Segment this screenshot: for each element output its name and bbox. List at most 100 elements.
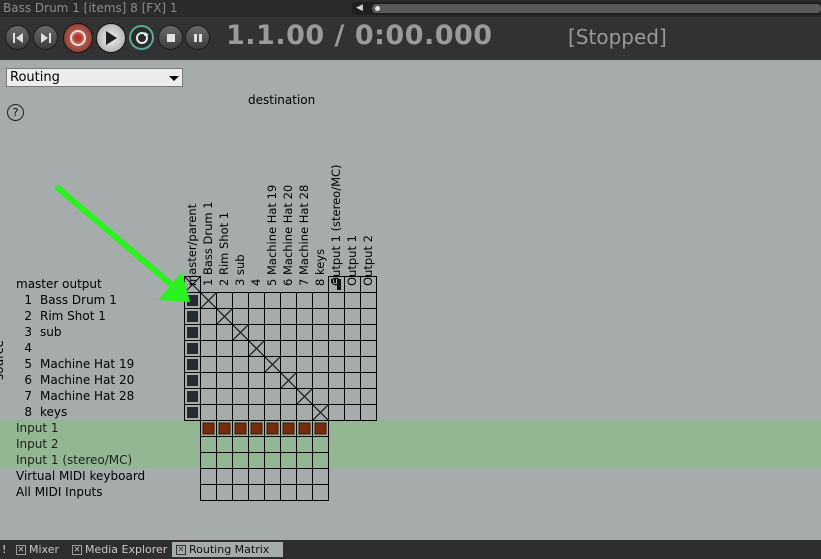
matrix-cell[interactable] [248,468,265,485]
matrix-cell[interactable] [360,324,377,341]
matrix-cell[interactable] [312,436,329,453]
matrix-cell[interactable] [232,404,249,421]
matrix-cell[interactable] [328,340,345,357]
matrix-cell[interactable] [216,372,233,389]
matrix-cell[interactable] [360,372,377,389]
matrix-cell[interactable] [248,356,265,373]
matrix-cell[interactable] [248,388,265,405]
close-icon[interactable]: ✕ [176,545,186,555]
matrix-cell[interactable] [312,356,329,373]
matrix-cell[interactable] [200,484,217,501]
matrix-cell[interactable] [296,436,313,453]
matrix-cell[interactable] [280,340,297,357]
matrix-cell[interactable] [280,404,297,421]
matrix-cell[interactable] [200,308,217,325]
matrix-cell[interactable] [264,308,281,325]
matrix-cell[interactable] [296,292,313,309]
matrix-cell[interactable] [248,372,265,389]
matrix-cell[interactable] [232,356,249,373]
matrix-cell[interactable] [296,452,313,469]
matrix-cell[interactable] [344,372,361,389]
matrix-cell[interactable] [200,452,217,469]
matrix-cell[interactable] [280,324,297,341]
matrix-cell[interactable] [312,468,329,485]
matrix-cell[interactable] [280,308,297,325]
matrix-cell[interactable] [328,356,345,373]
matrix-cell[interactable] [360,356,377,373]
close-icon[interactable]: ✕ [72,545,82,555]
matrix-cell[interactable] [344,276,361,293]
matrix-cell[interactable] [328,388,345,405]
matrix-cell[interactable] [296,324,313,341]
matrix-cell[interactable] [344,388,361,405]
matrix-cell[interactable] [216,356,233,373]
matrix-cell[interactable] [264,484,281,501]
matrix-cell[interactable] [200,436,217,453]
matrix-cell[interactable] [200,324,217,341]
matrix-cell[interactable] [216,484,233,501]
matrix-cell[interactable] [328,324,345,341]
matrix-cell[interactable] [216,452,233,469]
matrix-cell[interactable] [216,436,233,453]
matrix-cell[interactable] [232,340,249,357]
matrix-cell[interactable] [264,452,281,469]
matrix-cell[interactable] [200,404,217,421]
matrix-cell[interactable] [344,404,361,421]
matrix-cell[interactable] [280,356,297,373]
matrix-cell[interactable] [296,484,313,501]
matrix-cell[interactable] [232,452,249,469]
matrix-cell[interactable] [216,388,233,405]
matrix-cell[interactable] [296,372,313,389]
matrix-cell[interactable] [328,372,345,389]
matrix-cell[interactable] [360,340,377,357]
matrix-cell[interactable] [200,468,217,485]
matrix-cell[interactable] [200,356,217,373]
matrix-cell[interactable] [328,404,345,421]
matrix-cell[interactable] [248,324,265,341]
matrix-cell[interactable] [232,388,249,405]
matrix-cell[interactable] [344,356,361,373]
matrix-cell[interactable] [248,436,265,453]
matrix-cell[interactable] [328,276,345,293]
matrix-cell[interactable] [360,388,377,405]
matrix-cell[interactable] [216,404,233,421]
matrix-cell[interactable] [312,484,329,501]
matrix-cell[interactable] [328,308,345,325]
matrix-cell[interactable] [248,452,265,469]
matrix-cell[interactable] [296,404,313,421]
matrix-cell[interactable] [232,308,249,325]
matrix-cell[interactable] [312,292,329,309]
matrix-cell[interactable] [312,308,329,325]
matrix-cell[interactable] [344,308,361,325]
matrix-cell[interactable] [328,292,345,309]
matrix-cell[interactable] [248,292,265,309]
matrix-cell[interactable] [280,292,297,309]
matrix-cell[interactable] [344,292,361,309]
tab-media-explorer[interactable]: ✕ Media Explorer [72,542,167,557]
matrix-cell[interactable] [312,452,329,469]
matrix-cell[interactable] [248,484,265,501]
matrix-cell[interactable] [344,340,361,357]
matrix-cell[interactable] [264,292,281,309]
matrix-cell[interactable] [360,276,377,293]
matrix-cell[interactable] [216,292,233,309]
matrix-cell[interactable] [264,388,281,405]
matrix-cell[interactable] [264,468,281,485]
matrix-cell[interactable] [296,340,313,357]
matrix-cell[interactable] [360,308,377,325]
matrix-cell[interactable] [216,324,233,341]
matrix-cell[interactable] [264,324,281,341]
matrix-cell[interactable] [312,340,329,357]
close-icon[interactable]: ✕ [16,545,26,555]
matrix-cell[interactable] [248,308,265,325]
matrix-cell[interactable] [232,292,249,309]
tab-routing-matrix[interactable]: ✕ Routing Matrix [172,542,284,557]
matrix-cell[interactable] [280,388,297,405]
matrix-cell[interactable] [280,468,297,485]
matrix-cell[interactable] [360,404,377,421]
matrix-cell[interactable] [360,292,377,309]
matrix-cell[interactable] [200,340,217,357]
matrix-cell[interactable] [296,308,313,325]
matrix-cell[interactable] [216,340,233,357]
matrix-cell[interactable] [232,372,249,389]
